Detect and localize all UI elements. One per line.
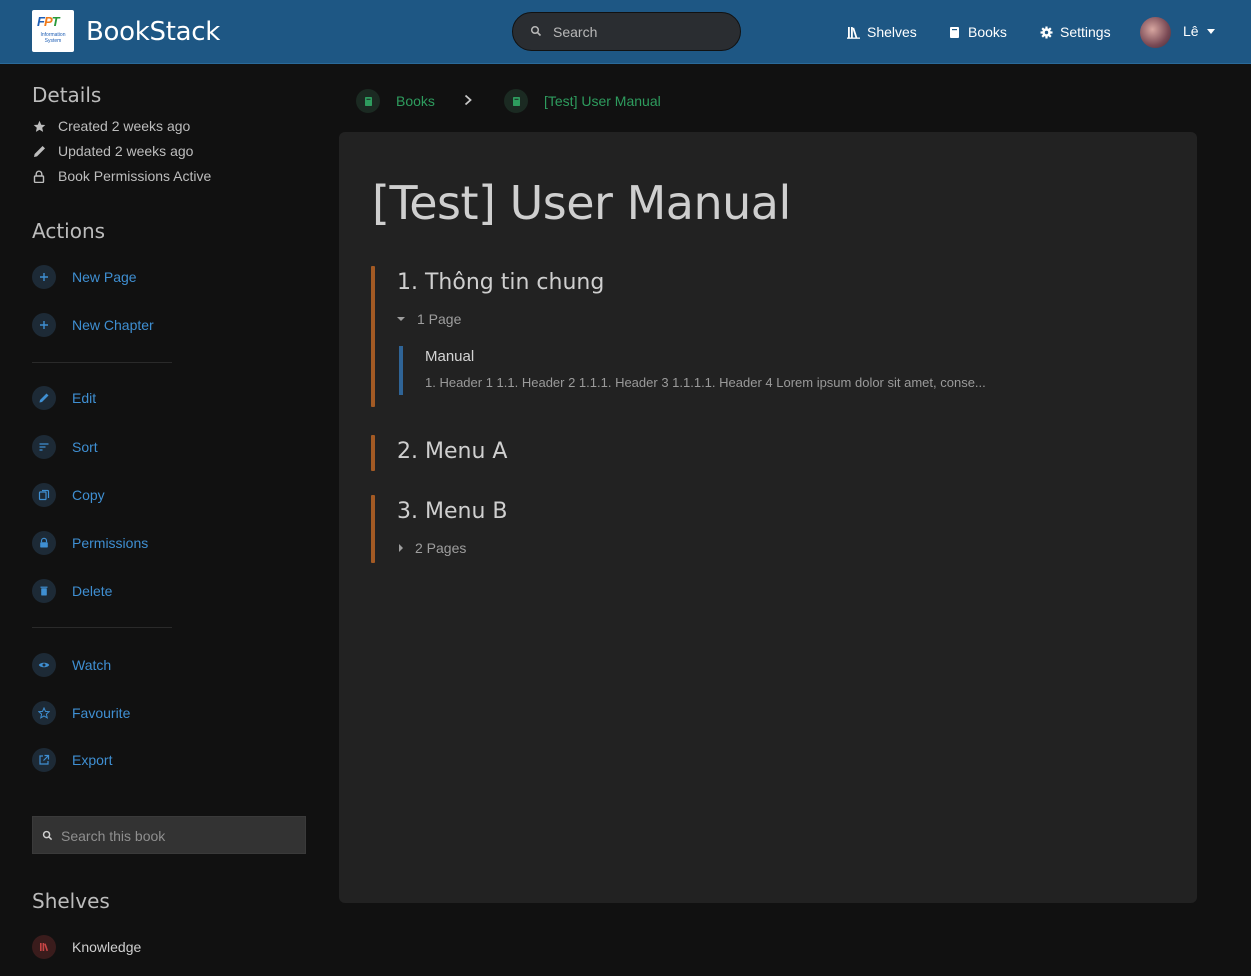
app-name[interactable]: BookStack	[86, 17, 220, 47]
chapter-title-1[interactable]: 1. Thông tin chung	[397, 270, 604, 295]
star-outline-icon	[32, 701, 56, 725]
page-title-manual[interactable]: Manual	[425, 348, 474, 365]
logo-subtitle: Information System	[40, 32, 66, 44]
watch-label: Watch	[72, 657, 112, 673]
caret-right-icon	[399, 544, 403, 552]
new-page-button[interactable]: New Page	[32, 265, 137, 289]
details-heading: Details	[32, 83, 102, 107]
book-title: [Test] User Manual	[372, 176, 791, 230]
nav-books[interactable]: Books	[948, 22, 1007, 42]
page-accent-bar	[399, 346, 403, 395]
edit-button[interactable]: Edit	[32, 386, 96, 410]
detail-updated: Updated 2 weeks ago	[32, 142, 193, 160]
new-chapter-button[interactable]: New Chapter	[32, 313, 154, 337]
detail-permissions-text: Book Permissions Active	[58, 168, 212, 184]
favourite-button[interactable]: Favourite	[32, 701, 130, 725]
trash-icon	[32, 579, 56, 603]
logo-mark: FPT	[37, 14, 60, 29]
nav-books-label: Books	[968, 24, 1007, 40]
search-icon	[530, 25, 542, 37]
book-icon	[950, 26, 959, 38]
pencil-icon	[32, 144, 46, 158]
shelves-icon	[847, 26, 860, 39]
shelves-icon	[32, 935, 56, 959]
sort-button[interactable]: Sort	[32, 435, 98, 459]
global-search[interactable]	[512, 12, 741, 51]
chapter-accent-bar	[371, 266, 375, 407]
export-label: Export	[72, 752, 113, 768]
chevron-down-icon[interactable]	[1207, 29, 1215, 34]
eye-icon	[32, 653, 56, 677]
company-logo[interactable]: FPT Information System	[32, 10, 74, 52]
favourite-label: Favourite	[72, 705, 131, 721]
nav-settings-label: Settings	[1060, 24, 1111, 40]
book-icon	[504, 89, 528, 113]
search-icon	[42, 830, 53, 841]
detail-permissions[interactable]: Book Permissions Active	[32, 167, 211, 185]
star-icon	[32, 119, 46, 133]
user-avatar[interactable]	[1140, 17, 1171, 48]
permissions-button[interactable]: Permissions	[32, 531, 148, 555]
export-icon	[32, 748, 56, 772]
breadcrumb-books[interactable]: Books	[356, 89, 435, 113]
delete-button[interactable]: Delete	[32, 579, 112, 603]
detail-created: Created 2 weeks ago	[32, 117, 190, 135]
shelf-item-label: Knowledge	[72, 939, 142, 955]
chapter-accent-bar	[371, 495, 375, 563]
breadcrumb-current-label: [Test] User Manual	[544, 93, 661, 109]
new-page-label: New Page	[72, 269, 137, 285]
permissions-label: Permissions	[72, 535, 149, 551]
chapter-3-pages-label: 2 Pages	[415, 540, 467, 556]
chevron-right-icon	[464, 94, 472, 106]
breadcrumb-current-book[interactable]: [Test] User Manual	[504, 89, 661, 113]
shelf-item-knowledge[interactable]: Knowledge	[32, 935, 141, 959]
lock-icon	[32, 169, 46, 183]
detail-created-text: Created 2 weeks ago	[58, 118, 191, 134]
chapter-3-pages-toggle[interactable]: 2 Pages	[397, 539, 466, 557]
nav-shelves-label: Shelves	[867, 24, 917, 40]
actions-heading: Actions	[32, 219, 106, 243]
edit-label: Edit	[72, 390, 97, 406]
detail-updated-text: Updated 2 weeks ago	[58, 143, 194, 159]
delete-label: Delete	[72, 583, 113, 599]
chapter-title-3[interactable]: 3. Menu B	[397, 499, 507, 524]
sort-label: Sort	[72, 439, 98, 455]
chapter-title-2[interactable]: 2. Menu A	[397, 439, 507, 464]
actions-divider-2	[32, 627, 172, 628]
book-search-input[interactable]	[61, 826, 301, 846]
chapter-accent-bar	[371, 435, 375, 471]
plus-icon	[32, 265, 56, 289]
watch-button[interactable]: Watch	[32, 653, 111, 677]
nav-shelves[interactable]: Shelves	[847, 22, 917, 42]
sort-icon	[32, 435, 56, 459]
top-header: FPT Information System BookStack Shelves…	[0, 0, 1251, 64]
user-name[interactable]: Lê	[1183, 23, 1199, 39]
page-excerpt: 1. Header 1 1.1. Header 2 1.1.1. Header …	[425, 375, 986, 390]
lock-icon	[32, 531, 56, 555]
caret-down-icon	[397, 317, 405, 321]
nav-settings[interactable]: Settings	[1040, 22, 1111, 42]
chapter-1-pages-toggle[interactable]: 1 Page	[397, 310, 461, 328]
breadcrumb-books-label: Books	[396, 93, 435, 109]
new-chapter-label: New Chapter	[72, 317, 154, 333]
shelves-heading: Shelves	[32, 889, 110, 913]
export-button[interactable]: Export	[32, 748, 112, 772]
gear-icon	[1040, 26, 1053, 38]
actions-divider	[32, 362, 172, 363]
copy-button[interactable]: Copy	[32, 483, 105, 507]
copy-label: Copy	[72, 487, 105, 503]
book-icon	[356, 89, 380, 113]
plus-icon	[32, 313, 56, 337]
pencil-icon	[32, 386, 56, 410]
copy-icon	[32, 483, 56, 507]
chapter-1-pages-label: 1 Page	[417, 311, 462, 327]
book-search[interactable]	[32, 816, 306, 854]
global-search-input[interactable]	[553, 22, 733, 42]
